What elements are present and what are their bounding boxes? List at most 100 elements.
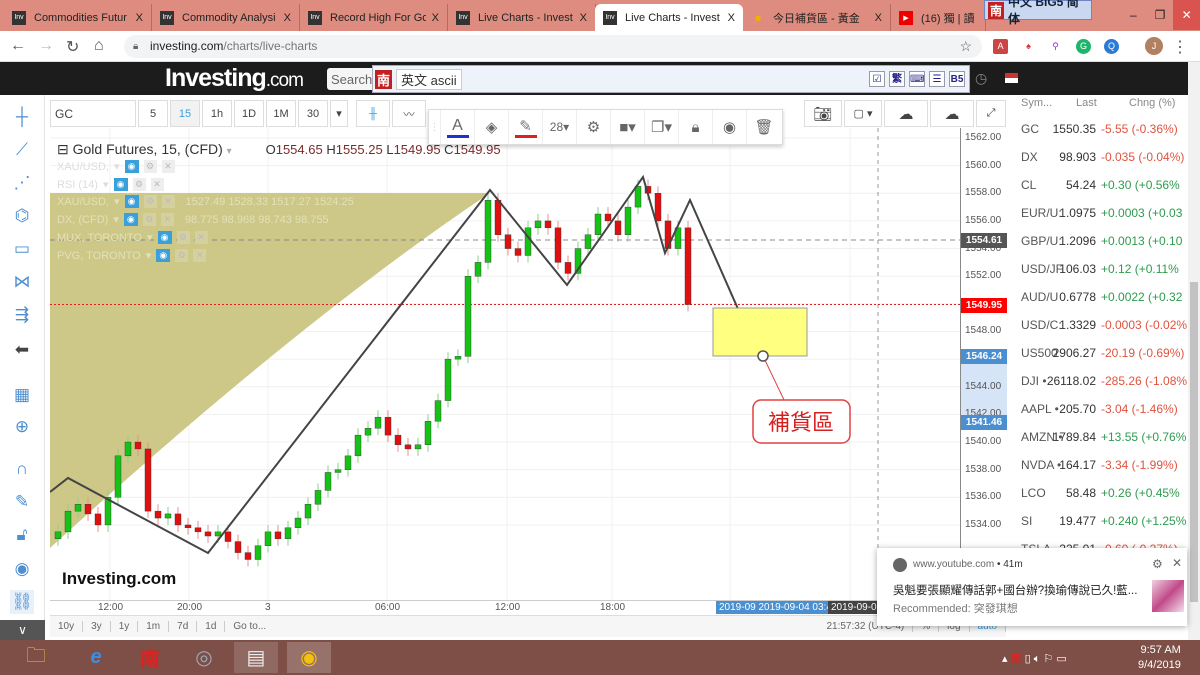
chrome-taskbar-icon[interactable]: ◉ [287,642,331,673]
magnet-icon[interactable]: ∩ [10,457,34,481]
browser-tab[interactable]: Inv Live Charts - Invest X [448,4,596,31]
symbol-input[interactable]: GC [50,100,136,127]
text-note-icon[interactable]: ▭ [10,237,34,261]
watchlist-row[interactable]: AUD/U 0.6778 +0.0022 (+0.32 [1010,290,1188,318]
time-axis[interactable]: 12:00 20:00 3 06:00 12:00 18:00 2019-09 … [50,600,960,615]
watchlist-row[interactable]: EUR/U: 1.0975 +0.0003 (+0.03 [1010,206,1188,234]
watchlist-row[interactable]: GBP/U: 1.2096 +0.0013 (+0.10 [1010,234,1188,262]
search-extension-icon[interactable]: ⚲ [1048,39,1063,54]
visibility-eye-icon[interactable]: ◉ [713,110,747,144]
crosshair-icon[interactable]: ┼ [10,105,34,129]
interval-30[interactable]: 30 [298,100,328,127]
traditional-toggle[interactable]: 繁 [889,71,905,87]
browser-tab[interactable]: Inv Commodity Analysi X [152,4,300,31]
overlay-legend-row[interactable]: DX, (CFD) ▾ ◉ ⚙ ✕ 98.775 98.968 98.743 98.755 [57,213,329,226]
home-icon[interactable]: ⌂ [94,37,104,55]
page-scrollbar[interactable] [1188,62,1200,640]
watchlist-row[interactable]: LCO 58.48 +0.26 (+0.45% [1010,486,1188,514]
range-3y[interactable]: 3y [83,621,111,632]
cloud-upload-icon[interactable]: ☁ [930,100,974,127]
clock-icon[interactable]: ◷ [975,70,987,87]
ruler-icon[interactable]: ▦ [10,383,34,407]
fullscreen-icon[interactable]: ⤢ [976,100,1006,127]
notification-settings-icon[interactable]: ⚙ [1152,557,1163,571]
keyboard-icon[interactable]: ⌨ [909,71,925,87]
line-color-button[interactable]: ✎ [509,110,543,144]
collapse-legend-icon[interactable]: ⊟ [57,141,69,157]
grammarly-icon[interactable]: G [1076,39,1091,54]
price-axis[interactable]: 1562.001560.001558.001556.001554.001552.… [960,128,1007,600]
trend-line-icon[interactable]: ⟋ [10,138,34,162]
interval-5[interactable]: 5 [138,100,168,127]
youtube-notification[interactable]: www.youtube.com • 41m ⚙ ✕ 吳魁要張顯耀傳話郭+國台辦?… [877,548,1187,626]
system-clock[interactable]: 9:57 AM 9/4/2019 [1138,643,1181,673]
settings-gear-icon[interactable]: ⚙ [577,110,611,144]
chart-title[interactable]: Gold Futures, 15, (CFD) [73,141,223,157]
range-1m[interactable]: 1m [138,621,170,632]
measure-icon[interactable]: ⇶ [10,303,34,327]
browser-tab[interactable]: Inv Commodities Futur X [4,4,152,31]
range-10y[interactable]: 10y [50,621,84,632]
range-1d[interactable]: 1d [197,621,226,632]
watchlist-row[interactable]: USD/C: 1.3329 -0.0003 (-0.02% [1010,318,1188,346]
cloud-download-icon[interactable]: ☁ [884,100,928,127]
reload-icon[interactable]: ↻ [66,37,79,57]
ime-mode[interactable]: 英文 ascii [396,68,462,90]
big5-toggle[interactable]: B5 [949,71,965,87]
tray-icons[interactable]: ▴ 南 ▯ 🔈︎ ⚐ ▭ [1002,650,1067,666]
nan-ime-icon[interactable]: 南 [128,642,172,673]
eye-icon[interactable]: ◉ [10,557,34,581]
watchlist-row[interactable]: US500 2906.27 -20.19 (-0.69%) [1010,346,1188,374]
extension-icon[interactable]: Q [1104,39,1119,54]
panel-icon[interactable]: ☰ [929,71,945,87]
ime-composition-bar[interactable]: 南 英文 ascii ☑ 繁 ⌨ ☰ B5 [372,65,970,93]
url-input[interactable]: 🔒︎ investing.com/charts/live-charts ☆ [124,35,982,58]
overlay-legend-row[interactable]: MUX, TORONTO ▾ ◉ ⚙ ✕ [57,231,208,244]
layer-order-icon[interactable]: ■▾ [611,110,645,144]
pencil-lock-icon[interactable]: ✎ [10,490,34,514]
range-7d[interactable]: 7d [169,621,198,632]
notification-close-icon[interactable]: ✕ [1172,556,1182,570]
investing-logo[interactable]: Investing.com [165,64,304,93]
pdf-extension-icon[interactable]: A [993,39,1008,54]
interval-1h[interactable]: 1h [202,100,232,127]
maximize-button[interactable]: ❐ [1147,0,1174,30]
browser-tab[interactable]: ▶ (16) 獨 | 讀 [891,4,986,31]
arrow-left-icon[interactable]: ⬅ [10,338,34,362]
watchlist-row[interactable]: AMZN • 1789.84 +13.55 (+0.76% [1010,430,1188,458]
range-1y[interactable]: 1y [111,621,139,632]
goto-date-button[interactable]: Go to... [225,621,274,632]
interval-dropdown-icon[interactable]: ▾ [330,100,348,127]
bookmark-star-icon[interactable]: ☆ [959,35,972,58]
browser-tab[interactable]: Inv Record High For Go X [300,4,448,31]
column-header-symbol[interactable]: Sym... [1021,97,1052,109]
tab-close-icon[interactable]: X [432,12,439,24]
camera-icon[interactable]: 📷︎ [804,100,842,127]
document-app-icon[interactable]: ▤ [234,642,278,673]
overlay-legend-row[interactable]: XAU/USD, ▾ ◉ ⚙ ✕ 1527.49 1528.33 1517.27 1524… [57,195,354,208]
menu-icon[interactable]: ⋮ [1172,37,1188,57]
interval-1d[interactable]: 1D [234,100,264,127]
tab-close-icon[interactable]: X [136,12,143,24]
browser-tab-active[interactable]: Inv Live Charts - Invest X [595,4,743,31]
column-header-last[interactable]: Last [1076,97,1097,109]
site-search-input[interactable]: Search [327,68,377,90]
tab-close-icon[interactable]: X [284,12,291,24]
watchlist-row[interactable]: NVDA • 164.17 -3.34 (-1.99%) [1010,458,1188,486]
watchlist-row[interactable]: CL 54.24 +0.30 (+0.56% [1010,178,1188,206]
lock-icon[interactable]: 🔓︎ [10,523,34,547]
watchlist-row[interactable]: DJI • 26118.02 -285.26 (-1.08% [1010,374,1188,402]
close-window-button[interactable]: ✕ [1173,0,1200,30]
lock-icon[interactable]: 🔒︎ [679,110,713,144]
tab-close-icon[interactable]: X [728,12,735,24]
text-color-button[interactable]: A [441,110,475,144]
watchlist-row[interactable]: GC 1550.35 -5.55 (-0.36%) [1010,122,1188,150]
internet-explorer-icon[interactable]: e [74,642,118,673]
color-swatch-dropdown[interactable]: ▢ ▾ [844,100,882,127]
interval-15[interactable]: 15 [170,100,200,127]
drag-handle-icon[interactable]: ⋮ [429,110,441,144]
watchlist-row[interactable]: SI 19.477 +0.240 (+1.25% [1010,514,1188,542]
font-size-dropdown[interactable]: 28 ▾ [543,110,577,144]
tab-close-icon[interactable]: X [580,12,587,24]
back-icon[interactable]: ← [10,37,26,55]
